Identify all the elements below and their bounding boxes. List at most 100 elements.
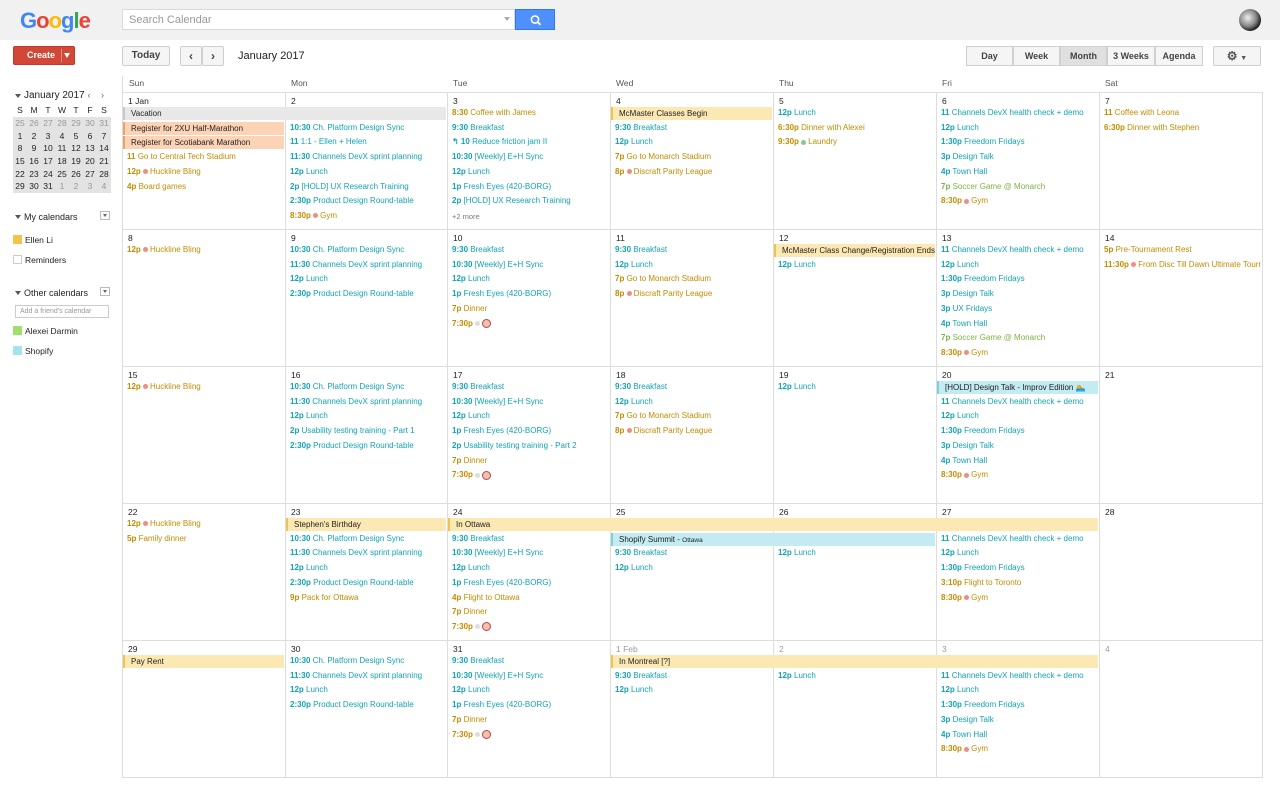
event-chip[interactable]: 11:30 Channels DevX sprint planning xyxy=(290,151,445,163)
mini-calendar-day[interactable]: 31 xyxy=(97,116,111,130)
event-chip[interactable]: 9:30 Breakfast xyxy=(615,670,771,682)
day-number[interactable]: 4 xyxy=(616,96,621,106)
view-button-week[interactable]: Week xyxy=(1013,46,1060,66)
mini-calendar-day[interactable]: 8 xyxy=(13,142,27,155)
event-chip[interactable]: 10:30 [Weekly] E+H Sync xyxy=(452,259,608,271)
calendar-item-ellen[interactable]: Ellen Li xyxy=(13,235,53,245)
day-number[interactable]: 1 Feb xyxy=(616,644,638,654)
event-chip[interactable]: 10:30 Ch. Platform Design Sync xyxy=(290,533,445,545)
day-number[interactable]: 2 xyxy=(291,96,296,106)
event-chip[interactable]: 12p Lunch xyxy=(290,166,445,178)
day-number[interactable]: 13 xyxy=(942,233,951,243)
event-chip[interactable]: 9:30 Breakfast xyxy=(452,244,608,256)
mini-calendar-day[interactable]: 15 xyxy=(13,154,27,168)
mini-calendar-day[interactable]: 3 xyxy=(41,129,55,143)
event-chip[interactable]: 8p Discraft Parity League xyxy=(615,288,771,300)
my-calendars-header[interactable]: My calendars xyxy=(13,211,110,222)
mini-calendar-day[interactable]: 16 xyxy=(27,154,41,168)
event-chip[interactable]: 10:30 [Weekly] E+H Sync xyxy=(452,396,608,408)
event-chip[interactable]: 3p Design Talk xyxy=(941,440,1097,452)
event-chip[interactable]: 12p Lunch xyxy=(778,381,934,393)
day-number[interactable]: 12 xyxy=(779,233,788,243)
calendar-item-alexei[interactable]: Alexei Darmin xyxy=(13,326,78,336)
event-chip[interactable]: 12p Lunch xyxy=(778,547,934,559)
event-chip[interactable]: 10:30 [Weekly] E+H Sync xyxy=(452,547,608,559)
event-chip[interactable]: 12p Lunch xyxy=(615,259,771,271)
event-chip[interactable]: 1p Fresh Eyes (420-BORG) xyxy=(452,425,608,437)
google-logo[interactable]: Google xyxy=(20,8,91,34)
search-input[interactable]: Search Calendar xyxy=(122,9,515,30)
event-chip[interactable]: 12p Lunch xyxy=(941,122,1097,134)
all-day-event[interactable]: Register for 2XU Half-Marathon xyxy=(123,121,284,135)
day-number[interactable]: 14 xyxy=(1105,233,1114,243)
event-chip[interactable]: 8:30 Coffee with James xyxy=(452,107,608,119)
event-chip[interactable]: 12p Lunch xyxy=(290,562,445,574)
mini-calendar-day[interactable]: 18 xyxy=(55,154,69,168)
mini-calendar-day[interactable]: 23 xyxy=(27,167,41,181)
day-number[interactable]: 2 xyxy=(779,644,784,654)
event-chip[interactable]: 9:30 Breakfast xyxy=(452,381,608,393)
event-chip[interactable]: 7:30p xyxy=(452,621,608,633)
mini-calendar-day[interactable]: 12 xyxy=(69,142,83,155)
mini-calendar-day[interactable]: 7 xyxy=(97,129,111,143)
mini-calendar-day[interactable]: 10 xyxy=(41,142,55,155)
event-chip[interactable]: 11 Go to Central Tech Stadium xyxy=(127,151,283,163)
event-chip[interactable]: 2:30p Product Design Round-table xyxy=(290,195,445,207)
mini-calendar-day[interactable]: 22 xyxy=(13,167,27,181)
search-options-dropdown-icon[interactable] xyxy=(504,17,510,21)
event-chip[interactable]: 1:30p Freedom Fridays xyxy=(941,562,1097,574)
event-chip[interactable]: 12p Lunch xyxy=(615,562,771,574)
event-chip[interactable]: 7p Soccer Game @ Monarch xyxy=(941,181,1097,193)
event-chip[interactable]: 7p Dinner xyxy=(452,455,608,467)
event-chip[interactable]: 10:30 Ch. Platform Design Sync xyxy=(290,655,445,667)
event-chip[interactable]: 7p Dinner xyxy=(452,606,608,618)
event-chip[interactable]: 10:30 Ch. Platform Design Sync xyxy=(290,244,445,256)
day-number[interactable]: 28 xyxy=(1105,507,1114,517)
mini-calendar-day[interactable]: 24 xyxy=(41,167,55,181)
mini-calendar-day[interactable]: 13 xyxy=(83,142,97,155)
event-chip[interactable]: 9:30 Breakfast xyxy=(615,122,771,134)
event-chip[interactable]: 10:30 Ch. Platform Design Sync xyxy=(290,381,445,393)
event-chip[interactable]: 2p [HOLD] UX Research Training xyxy=(290,181,445,193)
day-number[interactable]: 8 xyxy=(128,233,133,243)
event-chip[interactable]: 9p Pack for Ottawa xyxy=(290,592,445,604)
event-chip[interactable]: 11 Channels DevX health check + demo xyxy=(941,107,1097,119)
view-button-month[interactable]: Month xyxy=(1060,46,1107,66)
event-chip[interactable]: 12p Lunch xyxy=(941,410,1097,422)
day-number[interactable]: 6 xyxy=(942,96,947,106)
day-number[interactable]: 18 xyxy=(616,370,625,380)
mini-calendar-day[interactable]: 9 xyxy=(27,142,41,155)
mini-calendar-day[interactable]: 27 xyxy=(83,167,97,181)
event-chip[interactable]: 1:30p Freedom Fridays xyxy=(941,699,1097,711)
next-button[interactable]: › xyxy=(202,46,224,66)
event-chip[interactable]: 1p Fresh Eyes (420-BORG) xyxy=(452,577,608,589)
mini-calendar-day[interactable]: 20 xyxy=(83,154,97,168)
mini-calendar-day[interactable]: 4 xyxy=(97,180,111,193)
event-chip[interactable]: 1:30p Freedom Fridays xyxy=(941,425,1097,437)
mini-calendar-day[interactable]: 1 xyxy=(55,180,69,193)
mini-calendar-day[interactable]: 30 xyxy=(83,116,97,130)
mini-calendar-day[interactable]: 21 xyxy=(97,154,111,168)
event-chip[interactable]: 8:30p Gym xyxy=(941,347,1097,359)
more-events-link[interactable]: +2 more xyxy=(452,212,480,221)
day-number[interactable]: 23 xyxy=(291,507,300,517)
event-chip[interactable]: 4p Flight to Ottawa xyxy=(452,592,608,604)
event-chip[interactable]: 3p Design Talk xyxy=(941,288,1097,300)
mini-calendar-day[interactable]: 1 xyxy=(13,129,27,143)
event-chip[interactable]: 8:30p Gym xyxy=(941,469,1097,481)
mini-calendar-header[interactable]: January 2017 ‹ › xyxy=(13,90,111,104)
event-chip[interactable]: 12p Lunch xyxy=(290,273,445,285)
event-chip[interactable]: 7p Dinner xyxy=(452,714,608,726)
event-chip[interactable]: 9:30 Breakfast xyxy=(452,533,608,545)
day-number[interactable]: 5 xyxy=(779,96,784,106)
mini-calendar-day[interactable]: 17 xyxy=(41,154,55,168)
event-chip[interactable]: 11 Channels DevX health check + demo xyxy=(941,670,1097,682)
event-chip[interactable]: 4p Town Hall xyxy=(941,729,1097,741)
mini-calendar-day[interactable]: 19 xyxy=(69,154,83,168)
event-chip[interactable]: 2p [HOLD] UX Research Training xyxy=(452,195,608,207)
settings-button[interactable]: ⚙ ▼ xyxy=(1213,46,1261,66)
event-chip[interactable]: 9:30 Breakfast xyxy=(615,244,771,256)
event-chip[interactable]: 3:10p Flight to Toronto xyxy=(941,577,1097,589)
add-friend-calendar-input[interactable]: Add a friend's calendar xyxy=(15,305,109,318)
event-chip[interactable]: 7p Go to Monarch Stadium xyxy=(615,410,771,422)
